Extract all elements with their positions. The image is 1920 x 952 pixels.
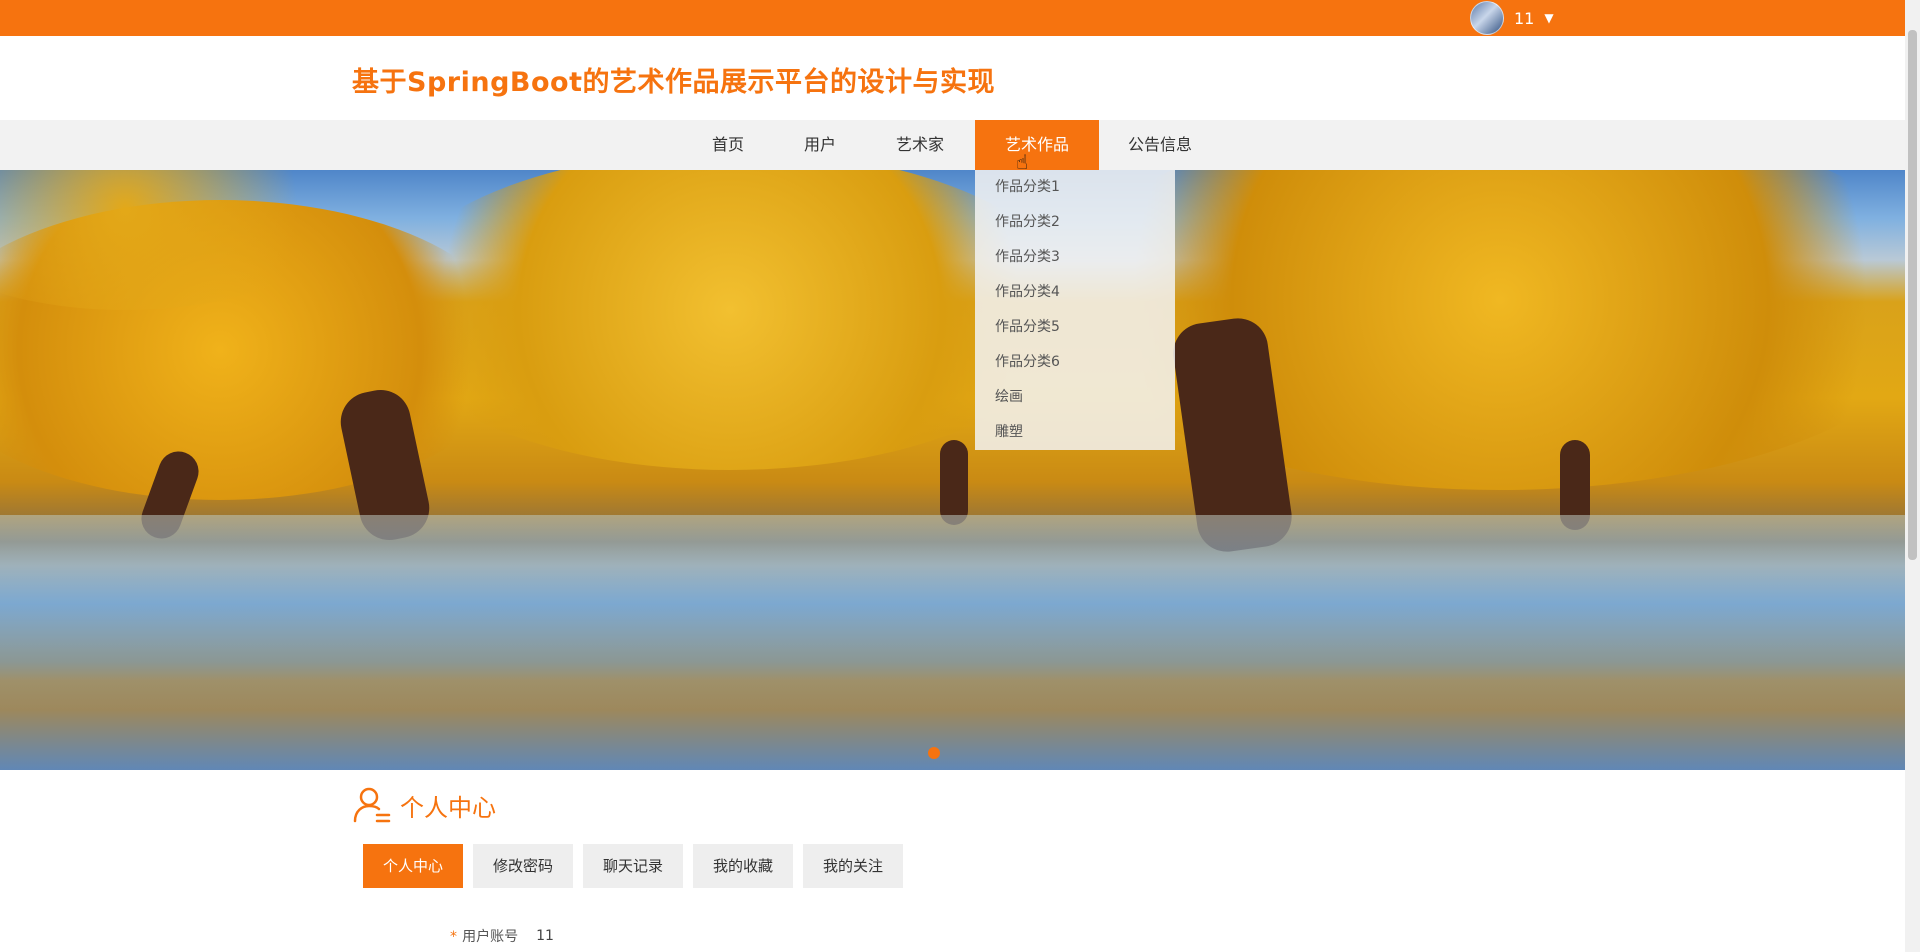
dropdown-item-category-2[interactable]: 作品分类2 xyxy=(975,205,1175,240)
dropdown-item-category-1[interactable]: 作品分类1 xyxy=(975,170,1175,205)
dropdown-item-painting[interactable]: 绘画 xyxy=(975,380,1175,415)
nav-notices[interactable]: 公告信息 xyxy=(1116,120,1204,170)
nav-home[interactable]: 首页 xyxy=(696,120,760,170)
tab-personal-center[interactable]: 个人中心 xyxy=(363,844,463,888)
dropdown-item-category-6[interactable]: 作品分类6 xyxy=(975,345,1175,380)
caret-down-icon[interactable]: ▼ xyxy=(1544,11,1553,25)
tab-my-follows[interactable]: 我的关注 xyxy=(803,844,903,888)
account-value: 11 xyxy=(536,928,554,944)
dropdown-item-category-5[interactable]: 作品分类5 xyxy=(975,310,1175,345)
page-scrollbar[interactable] xyxy=(1905,0,1920,952)
personal-center-header: 个人中心 xyxy=(352,785,496,825)
tab-change-password[interactable]: 修改密码 xyxy=(473,844,573,888)
user-menu[interactable]: 11 ▼ xyxy=(1470,1,1554,35)
nav-users[interactable]: 用户 xyxy=(788,120,852,170)
artworks-dropdown: 作品分类1 作品分类2 作品分类3 作品分类4 作品分类5 作品分类6 绘画 雕… xyxy=(975,170,1175,450)
section-title: 个人中心 xyxy=(400,793,496,822)
hero-banner xyxy=(0,170,1905,770)
site-title: 基于SpringBoot的艺术作品展示平台的设计与实现 xyxy=(352,67,995,98)
account-label: 用户账号 xyxy=(462,929,519,945)
water-reflection xyxy=(0,515,1905,770)
avatar[interactable] xyxy=(1470,1,1504,35)
hand-cursor-icon: ☝ xyxy=(1016,150,1029,174)
nav-artists[interactable]: 艺术家 xyxy=(880,120,960,170)
tab-my-favorites[interactable]: 我的收藏 xyxy=(693,844,793,888)
account-row: * 用户账号 11 xyxy=(450,926,554,946)
username[interactable]: 11 xyxy=(1514,9,1534,28)
tab-chat-history[interactable]: 聊天记录 xyxy=(583,844,683,888)
required-mark: * xyxy=(450,929,457,945)
main-nav: 首页 用户 艺术家 艺术作品 公告信息 xyxy=(0,120,1905,170)
carousel-dot[interactable] xyxy=(928,747,940,759)
dropdown-item-sculpture[interactable]: 雕塑 xyxy=(975,415,1175,450)
top-bar xyxy=(0,0,1920,36)
user-profile-icon xyxy=(353,787,391,823)
dropdown-item-category-3[interactable]: 作品分类3 xyxy=(975,240,1175,275)
scrollbar-thumb[interactable] xyxy=(1908,30,1917,560)
personal-tabs: 个人中心 修改密码 聊天记录 我的收藏 我的关注 xyxy=(363,844,903,888)
dropdown-item-category-4[interactable]: 作品分类4 xyxy=(975,275,1175,310)
nav-artworks[interactable]: 艺术作品 xyxy=(975,120,1099,170)
